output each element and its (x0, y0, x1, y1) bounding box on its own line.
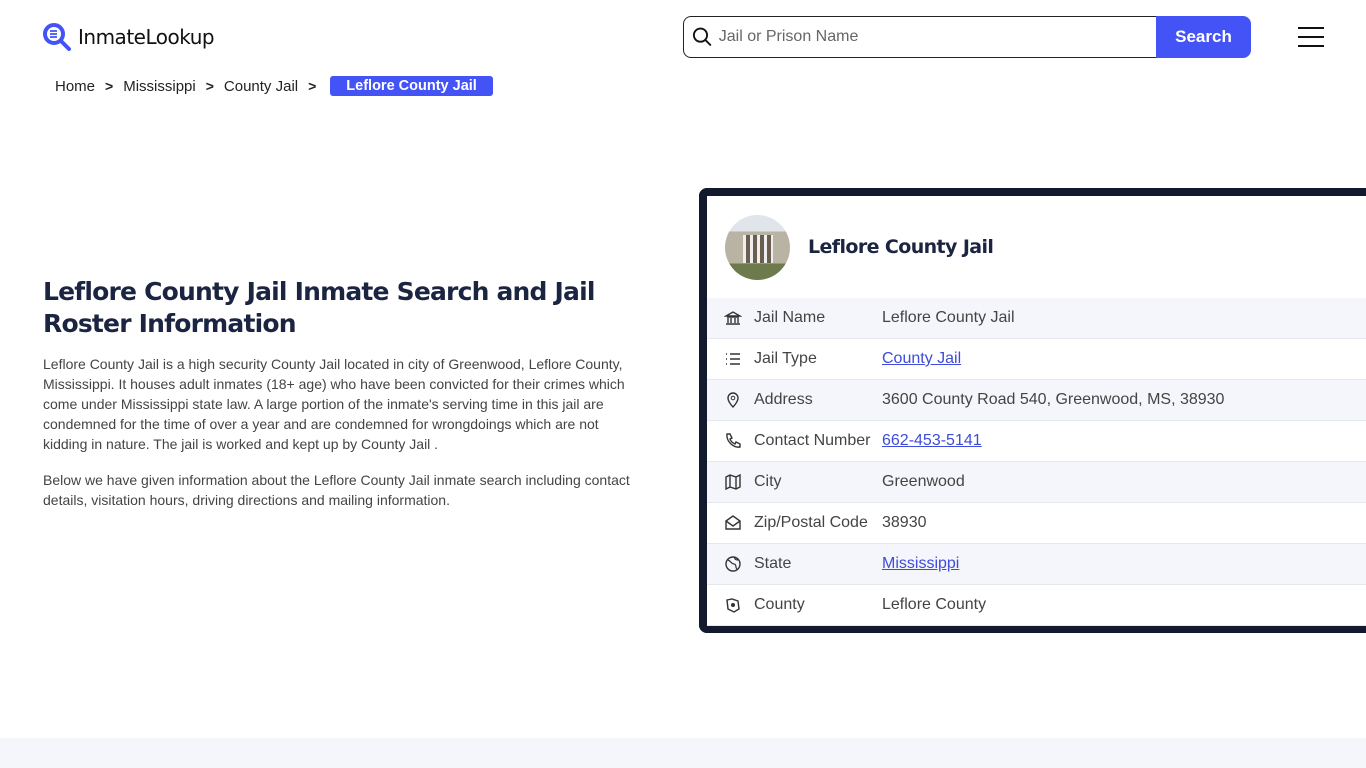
info-value-link[interactable]: 662-453-5141 (882, 432, 982, 450)
jail-photo (725, 214, 790, 280)
info-value: Leflore County (882, 596, 987, 613)
info-value: Leflore County Jail (882, 309, 1015, 326)
county-icon (724, 596, 742, 614)
list-icon (724, 350, 742, 368)
breadcrumb-home[interactable]: Home (55, 78, 95, 95)
breadcrumb-state[interactable]: Mississippi (123, 78, 196, 95)
bank-icon (724, 309, 742, 327)
info-label: City (754, 473, 782, 490)
logo-magnifier-icon (43, 23, 71, 51)
info-label: Contact Number (754, 432, 871, 449)
map-icon (724, 473, 742, 491)
hamburger-menu-icon[interactable] (1298, 27, 1324, 47)
info-row: County Leflore County (707, 585, 1366, 626)
chevron-right-icon: > (308, 78, 317, 94)
info-label: Jail Type (754, 350, 817, 367)
info-row: State Mississippi (707, 544, 1366, 585)
jail-info-card: Leflore County Jail Jail Name Leflore Cou… (699, 188, 1366, 633)
info-row: Jail Type County Jail (707, 339, 1366, 380)
info-value-link[interactable]: Mississippi (882, 555, 959, 573)
search-input[interactable] (718, 28, 1156, 46)
search-button[interactable]: Search (1156, 16, 1251, 58)
info-label: State (754, 555, 792, 572)
footer (0, 738, 1366, 768)
card-title: Leflore County Jail (808, 236, 994, 258)
info-label: County (754, 596, 805, 613)
description-paragraph: Below we have given information about th… (43, 472, 630, 508)
info-label: Address (754, 391, 813, 408)
breadcrumb-current: Leflore County Jail (330, 76, 493, 96)
breadcrumb-type[interactable]: County Jail (224, 78, 298, 95)
phone-icon (724, 432, 742, 450)
search-bar: Search (683, 16, 1251, 58)
info-row: Jail Name Leflore County Jail (707, 298, 1366, 339)
info-row: Address 3600 County Road 540, Greenwood, … (707, 380, 1366, 421)
info-row: Contact Number 662-453-5141 (707, 421, 1366, 462)
info-label: Zip/Postal Code (754, 514, 868, 531)
card-header: Leflore County Jail (707, 196, 1366, 298)
info-row: City Greenwood (707, 462, 1366, 503)
info-label: Jail Name (754, 309, 826, 326)
info-row: Zip/Postal Code 38930 (707, 503, 1366, 544)
description-paragraph: Leflore County Jail is a high security C… (43, 356, 625, 452)
info-value: Greenwood (882, 473, 965, 490)
search-icon (692, 27, 712, 47)
info-value: 38930 (882, 514, 927, 531)
info-table: Jail Name Leflore County Jail Jail Type Cou… (707, 298, 1366, 626)
search-box (683, 16, 1156, 58)
chevron-right-icon: > (105, 78, 114, 94)
globe-icon (724, 555, 742, 573)
breadcrumb: Home > Mississippi > County Jail > Leflore … (55, 76, 493, 96)
mail-icon (724, 514, 742, 532)
logo[interactable]: InmateLookup (42, 22, 215, 52)
page-title: Leflore County Jail Inmate Search and Ja… (43, 277, 595, 338)
logo-text: InmateLookup (78, 25, 215, 49)
chevron-right-icon: > (205, 78, 214, 94)
info-value: 3600 County Road 540, Greenwood, MS, 389… (882, 391, 1225, 408)
map-pin-icon (724, 391, 742, 409)
description: Leflore County Jail is a high security C… (43, 354, 643, 526)
info-value-link[interactable]: County Jail (882, 350, 961, 368)
